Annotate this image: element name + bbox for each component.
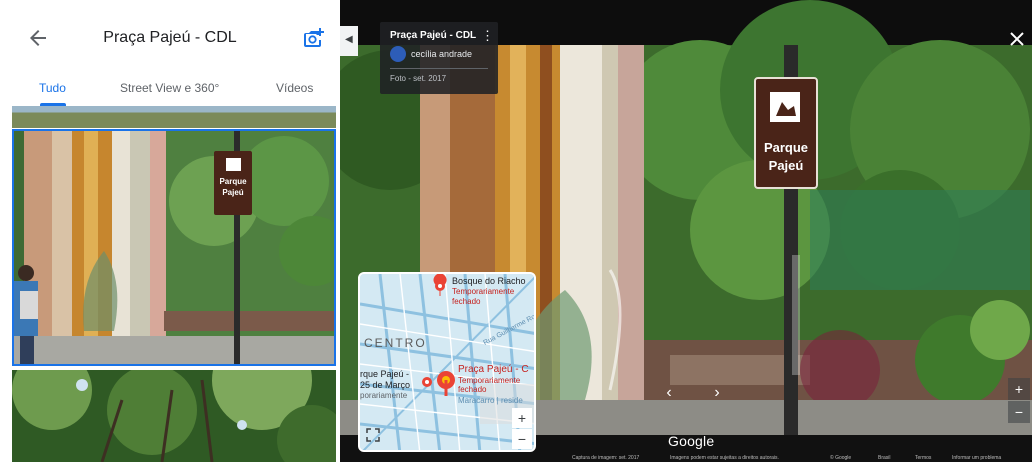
divider bbox=[390, 68, 488, 69]
sign-line2: Pajeú bbox=[769, 158, 804, 173]
footer-report-link[interactable]: Informar um problema bbox=[952, 455, 1001, 461]
thumbnail-sign-line1: Parque bbox=[219, 177, 247, 186]
expand-map-icon[interactable] bbox=[366, 428, 380, 442]
page-title: Praça Pajeú - CDL bbox=[103, 29, 237, 46]
sign-line1: Parque bbox=[764, 140, 808, 155]
app-window: Praça Pajeú - CDL Tudo Street View e 360… bbox=[0, 0, 1032, 462]
photos-panel: Praça Pajeú - CDL Tudo Street View e 360… bbox=[0, 0, 340, 462]
minimap-place3-status: porariamente bbox=[360, 391, 408, 400]
chevron-left-icon: ◀ bbox=[345, 34, 353, 45]
card-place-title: Praça Pajeú - CDL bbox=[390, 30, 477, 41]
close-icon[interactable] bbox=[1008, 30, 1026, 48]
arrow-back-icon[interactable] bbox=[26, 26, 50, 50]
photo-viewer[interactable]: Parque Pajeú ◀ Praça Pajeú - CDL ⋮ cecíl… bbox=[340, 0, 1032, 462]
tab-street-view[interactable]: Street View e 360° bbox=[120, 81, 219, 95]
footer-terms-link[interactable]: Termos bbox=[915, 455, 931, 461]
next-photo-arrow[interactable]: › bbox=[708, 384, 726, 406]
minimap-place2-status1: Temporariamente bbox=[458, 376, 521, 385]
more-options-icon[interactable]: ⋮ bbox=[481, 28, 494, 44]
footer-country-link[interactable]: Brasil bbox=[878, 455, 891, 461]
zoom-out-button[interactable]: − bbox=[1008, 401, 1030, 423]
minimap-place2-status2: fechado bbox=[458, 385, 487, 394]
tab-videos[interactable]: Vídeos bbox=[276, 81, 313, 95]
minimap[interactable]: Bosque do Riacho Temporariamente fechado… bbox=[358, 272, 536, 452]
minimap-place4: Maracarro | reside bbox=[458, 396, 523, 405]
footer-copyright-notice: Imagens podem estar sujeitas a direitos … bbox=[670, 455, 779, 461]
footer-capture-date: Captura de imagem: set. 2017 bbox=[572, 455, 640, 461]
zoom-in-button[interactable]: + bbox=[1008, 378, 1030, 400]
photo-thumbnail[interactable] bbox=[12, 370, 336, 462]
google-logo: Google bbox=[668, 433, 715, 449]
previous-photo-arrow[interactable]: ‹ bbox=[660, 384, 678, 406]
photo-thumbnail[interactable] bbox=[12, 106, 336, 128]
minimap-place3-line2: 25 de Março bbox=[360, 380, 411, 390]
collapse-panel-button[interactable]: ◀ bbox=[340, 26, 358, 56]
selected-photo-thumbnail[interactable]: Parque Pajeú bbox=[12, 129, 336, 366]
minimap-place3-line1: rque Pajeú - bbox=[360, 369, 410, 379]
minimap-zoom-out-button[interactable]: − bbox=[512, 429, 532, 449]
minimap-zoom-in-button[interactable]: + bbox=[512, 408, 532, 428]
thumbnail-sign-line2: Pajeú bbox=[222, 188, 243, 197]
photo-tabs: Tudo Street View e 360° Vídeos bbox=[0, 70, 340, 106]
photo-date: Foto - set. 2017 bbox=[390, 74, 447, 83]
tab-tudo[interactable]: Tudo bbox=[39, 81, 66, 95]
author-name[interactable]: cecília andrade bbox=[411, 49, 472, 59]
panel-header: Praça Pajeú - CDL bbox=[0, 0, 340, 70]
photo-info-card: Praça Pajeú - CDL ⋮ cecília andrade Foto… bbox=[380, 22, 498, 94]
add-photo-camera-icon[interactable] bbox=[302, 26, 326, 50]
minimap-district-label: CENTRO bbox=[364, 336, 427, 350]
minimap-place2-name: Praça Pajeú - C bbox=[458, 364, 529, 375]
author-avatar[interactable] bbox=[390, 46, 406, 62]
minimap-place1-status: Temporariamente fechado bbox=[452, 287, 515, 306]
minimap-place1-name: Bosque do Riacho bbox=[452, 276, 526, 286]
footer-google-copyright: © Google bbox=[830, 455, 852, 461]
